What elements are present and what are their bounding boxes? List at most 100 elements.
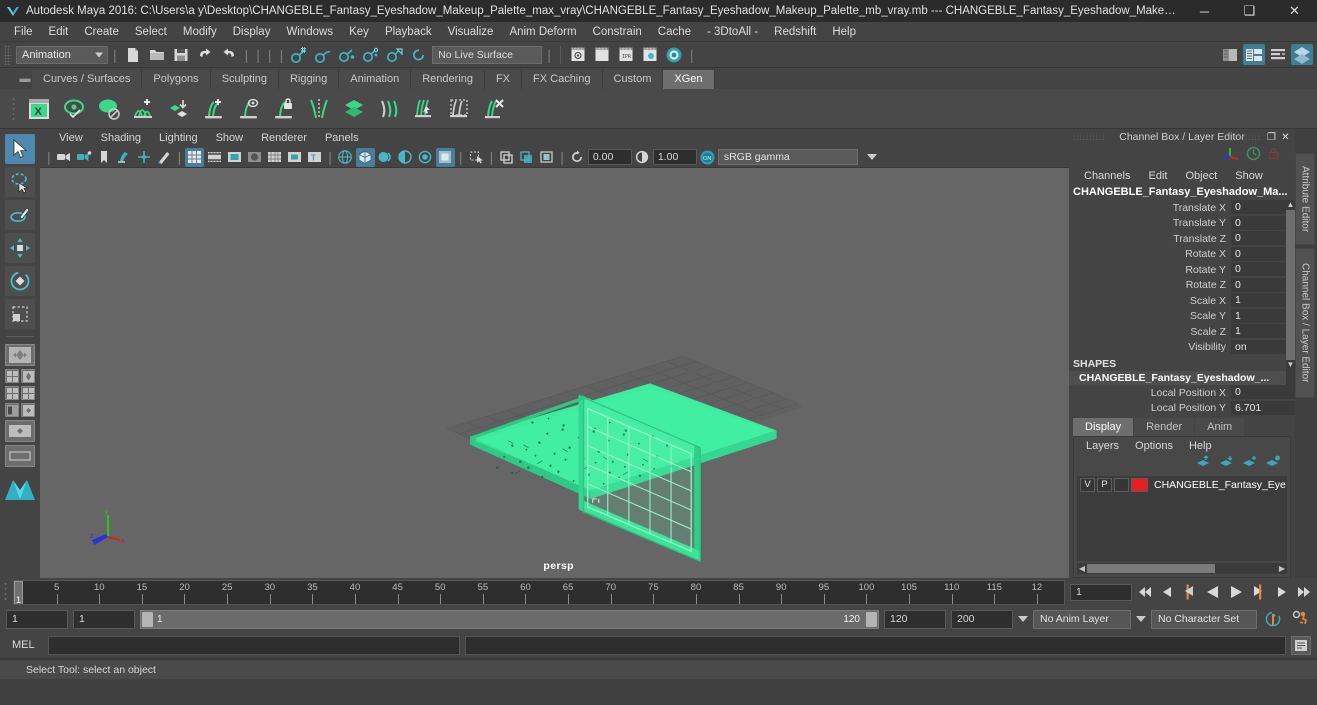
rotate-tool[interactable] (5, 266, 35, 296)
ipr-render-icon[interactable]: 1 2 3 3 IPR (615, 44, 637, 65)
channel-value[interactable]: 6.701 (1231, 400, 1295, 416)
channel-menu-edit[interactable]: Edit (1139, 170, 1176, 182)
step-back-frame-icon[interactable] (1179, 582, 1201, 602)
smooth-shade-all-icon[interactable] (355, 147, 375, 167)
resolution-gate-icon[interactable] (225, 148, 244, 167)
chevron-down-icon-2[interactable] (1136, 616, 1146, 622)
range-start-handle[interactable] (142, 611, 153, 627)
show-attribute-editor-icon[interactable] (1219, 44, 1241, 65)
xgen-preview-icon[interactable] (58, 93, 90, 125)
channel-menu-object[interactable]: Object (1176, 170, 1226, 182)
channel-row-local-position-x[interactable]: Local Position X 0 (1069, 385, 1295, 401)
channel-menu-show[interactable]: Show (1226, 170, 1272, 182)
menu-display[interactable]: Display (225, 22, 279, 42)
channel-box-scrollbar[interactable]: ▲ ▼ (1286, 200, 1295, 396)
toolbar-grip[interactable] (4, 44, 11, 65)
scrollbar-thumb[interactable] (1286, 210, 1295, 360)
shelf-row-grip[interactable] (8, 92, 20, 126)
viewport-menu-shading[interactable]: Shading (92, 132, 150, 144)
shelf-tab-polygons[interactable]: Polygons (142, 70, 211, 89)
shelf-tab-fx[interactable]: FX (484, 70, 523, 89)
render-current-frame-icon[interactable]: 1 2 3 3 (567, 44, 589, 65)
vtab-attribute-editor[interactable]: Attribute Editor (1295, 153, 1315, 245)
layer-playback-toggle[interactable]: P (1097, 477, 1112, 492)
menu-anim-deform[interactable]: Anim Deform (501, 22, 584, 42)
step-forward-frame-icon[interactable] (1248, 582, 1270, 602)
channel-menu-channels[interactable]: Channels (1075, 170, 1139, 182)
layer-list-item[interactable]: V P CHANGEBLE_Fantasy_Eye (1077, 476, 1287, 493)
grease-pencil-icon[interactable] (155, 148, 174, 167)
camera-attributes-icon[interactable] (75, 148, 94, 167)
menu-redshift[interactable]: Redshift (766, 22, 824, 42)
shelf-tab-custom[interactable]: Custom (602, 70, 664, 89)
play-backwards-icon[interactable] (1202, 582, 1224, 602)
xgen-lock-guide-icon[interactable] (268, 93, 300, 125)
command-language-label[interactable]: MEL (6, 639, 43, 651)
channel-row-scale-z[interactable]: Scale Z 1 (1069, 324, 1295, 340)
shelf-tab-xgen[interactable]: XGen (663, 70, 715, 89)
channel-row-rotate-y[interactable]: Rotate Y 0 (1069, 262, 1295, 278)
animation-preferences-icon[interactable] (1289, 610, 1311, 628)
anim-end-field[interactable]: 200 (951, 609, 1013, 629)
gamma-reset-icon[interactable] (633, 148, 652, 167)
menu-create[interactable]: Create (76, 22, 127, 42)
vtab-channel-box-layer-editor[interactable]: Channel Box / Layer Editor (1295, 248, 1315, 398)
channel-row-scale-x[interactable]: Scale X 1 (1069, 293, 1295, 309)
menu-help[interactable]: Help (824, 22, 864, 42)
step-back-keyframe-icon[interactable] (1156, 582, 1178, 602)
xgen-sculpt-guide-icon[interactable] (373, 93, 405, 125)
play-forwards-icon[interactable] (1225, 582, 1247, 602)
create-layer-from-selected-icon[interactable] (1219, 455, 1236, 473)
range-end-handle[interactable] (866, 611, 877, 627)
add-selected-to-layer-icon[interactable] (1242, 455, 1259, 473)
paint-select-tool[interactable] (5, 200, 35, 230)
range-bar[interactable]: 1 120 (140, 609, 879, 629)
character-set-selector[interactable]: No Character Set (1151, 609, 1257, 629)
lasso-select-tool[interactable] (5, 167, 35, 197)
single-perspective-layout[interactable] (5, 344, 35, 366)
xgen-region-mask-icon[interactable] (443, 93, 475, 125)
xgen-mirror-guide-icon[interactable] (303, 93, 335, 125)
select-camera-icon[interactable] (55, 148, 74, 167)
shelf-tab-rendering[interactable]: Rendering (411, 70, 485, 89)
snap-to-point-icon[interactable] (336, 44, 358, 65)
grid-toggle-icon[interactable] (185, 147, 205, 167)
persp-outliner-layout[interactable] (21, 369, 35, 383)
layer-menu-help[interactable]: Help (1181, 440, 1220, 452)
xgen-window-icon[interactable]: X (23, 93, 55, 125)
persp-tall-layout[interactable] (5, 445, 35, 467)
sidebar-toggle-icon[interactable] (1291, 44, 1313, 65)
image-plane-icon[interactable] (115, 148, 134, 167)
command-input[interactable] (47, 635, 460, 655)
color-management-select[interactable]: sRGB gamma (717, 149, 858, 166)
channel-row-local-position-y[interactable]: Local Position Y 6.701 (1069, 400, 1295, 417)
step-forward-keyframe-icon[interactable] (1271, 582, 1293, 602)
move-tool[interactable] (5, 233, 35, 263)
range-end-field[interactable]: 120 (884, 609, 946, 629)
menu-visualize[interactable]: Visualize (440, 22, 502, 42)
undock-icon[interactable]: ❐ (1265, 131, 1278, 144)
snap-to-view-plane-icon[interactable] (384, 44, 406, 65)
hypershade-persp-layout[interactable] (21, 386, 35, 400)
two-d-pan-zoom-icon[interactable] (135, 148, 154, 167)
menu-3dtoall[interactable]: - 3DtoAll - (699, 22, 766, 42)
shelf-tab-curves-surfaces[interactable]: Curves / Surfaces (32, 70, 143, 89)
shaded-wireframe-icon[interactable] (376, 148, 395, 167)
channel-row-rotate-z[interactable]: Rotate Z 0 (1069, 277, 1295, 294)
xray-joints-icon[interactable] (517, 148, 536, 167)
scroll-right-arrow-icon[interactable]: ▶ (1277, 564, 1287, 573)
xgen-preview-off-icon[interactable] (93, 93, 125, 125)
safe-title-icon[interactable]: T (305, 148, 324, 167)
go-to-start-icon[interactable] (1133, 582, 1155, 602)
menu-modify[interactable]: Modify (175, 22, 225, 42)
snap-to-curve-icon[interactable] (312, 44, 334, 65)
snap-to-projected-center-icon[interactable] (360, 44, 382, 65)
channel-row-visibility[interactable]: Visibility on (1069, 339, 1295, 356)
menu-windows[interactable]: Windows (278, 22, 341, 42)
shelf-tab-rigging[interactable]: Rigging (278, 70, 340, 89)
scroll-left-arrow-icon[interactable]: ◀ (1077, 564, 1087, 573)
script-editor-icon[interactable] (1291, 635, 1311, 655)
perspective-viewport[interactable]: y x z persp (40, 168, 1069, 578)
shelf-tab-sculpting[interactable]: Sculpting (210, 70, 279, 89)
go-to-end-icon[interactable] (1294, 582, 1316, 602)
